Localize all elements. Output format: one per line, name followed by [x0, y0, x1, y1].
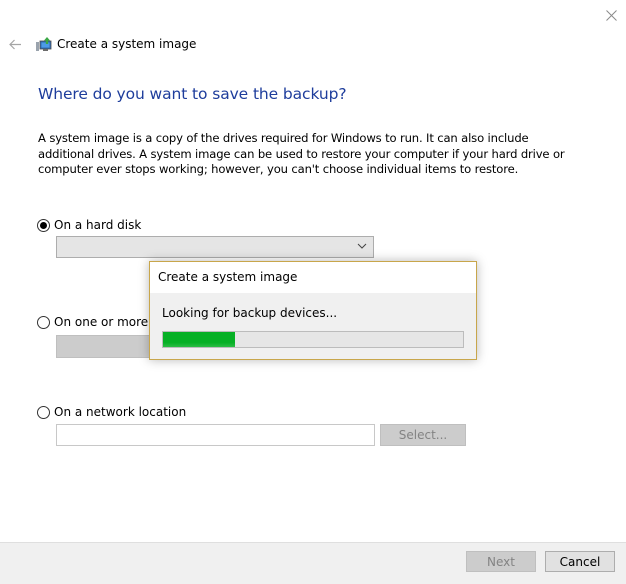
cancel-button[interactable]: Cancel [545, 551, 615, 572]
page-description: A system image is a copy of the drives r… [38, 131, 565, 176]
network-location-radio[interactable] [37, 405, 50, 419]
progress-bar-fill [163, 332, 235, 347]
back-arrow-icon [8, 39, 21, 49]
search-progress-bar [162, 331, 464, 348]
next-button[interactable]: Next [466, 551, 536, 572]
dialog-title: Create a system image [158, 270, 298, 284]
dialog-message: Looking for backup devices... [162, 306, 338, 320]
page-heading: Where do you want to save the backup? [38, 85, 347, 103]
close-button[interactable] [596, 0, 626, 30]
hard-disk-label: On a hard disk [54, 218, 142, 232]
option-network-location[interactable]: On a network location [37, 405, 186, 419]
hard-disk-radio[interactable] [37, 218, 50, 232]
select-network-location-button[interactable]: Select... [380, 424, 466, 446]
option-hard-disk[interactable]: On a hard disk [37, 218, 141, 232]
network-location-input[interactable] [56, 424, 375, 446]
chevron-down-icon [357, 243, 367, 249]
progress-dialog: Create a system image Looking for backup… [149, 261, 477, 360]
back-button[interactable] [4, 34, 26, 54]
system-image-backup-icon [36, 36, 53, 53]
network-location-label: On a network location [54, 405, 187, 419]
close-icon [605, 9, 617, 21]
dvds-radio[interactable] [37, 315, 50, 329]
window-title: Create a system image [57, 37, 197, 51]
hard-disk-dropdown[interactable] [56, 236, 374, 258]
